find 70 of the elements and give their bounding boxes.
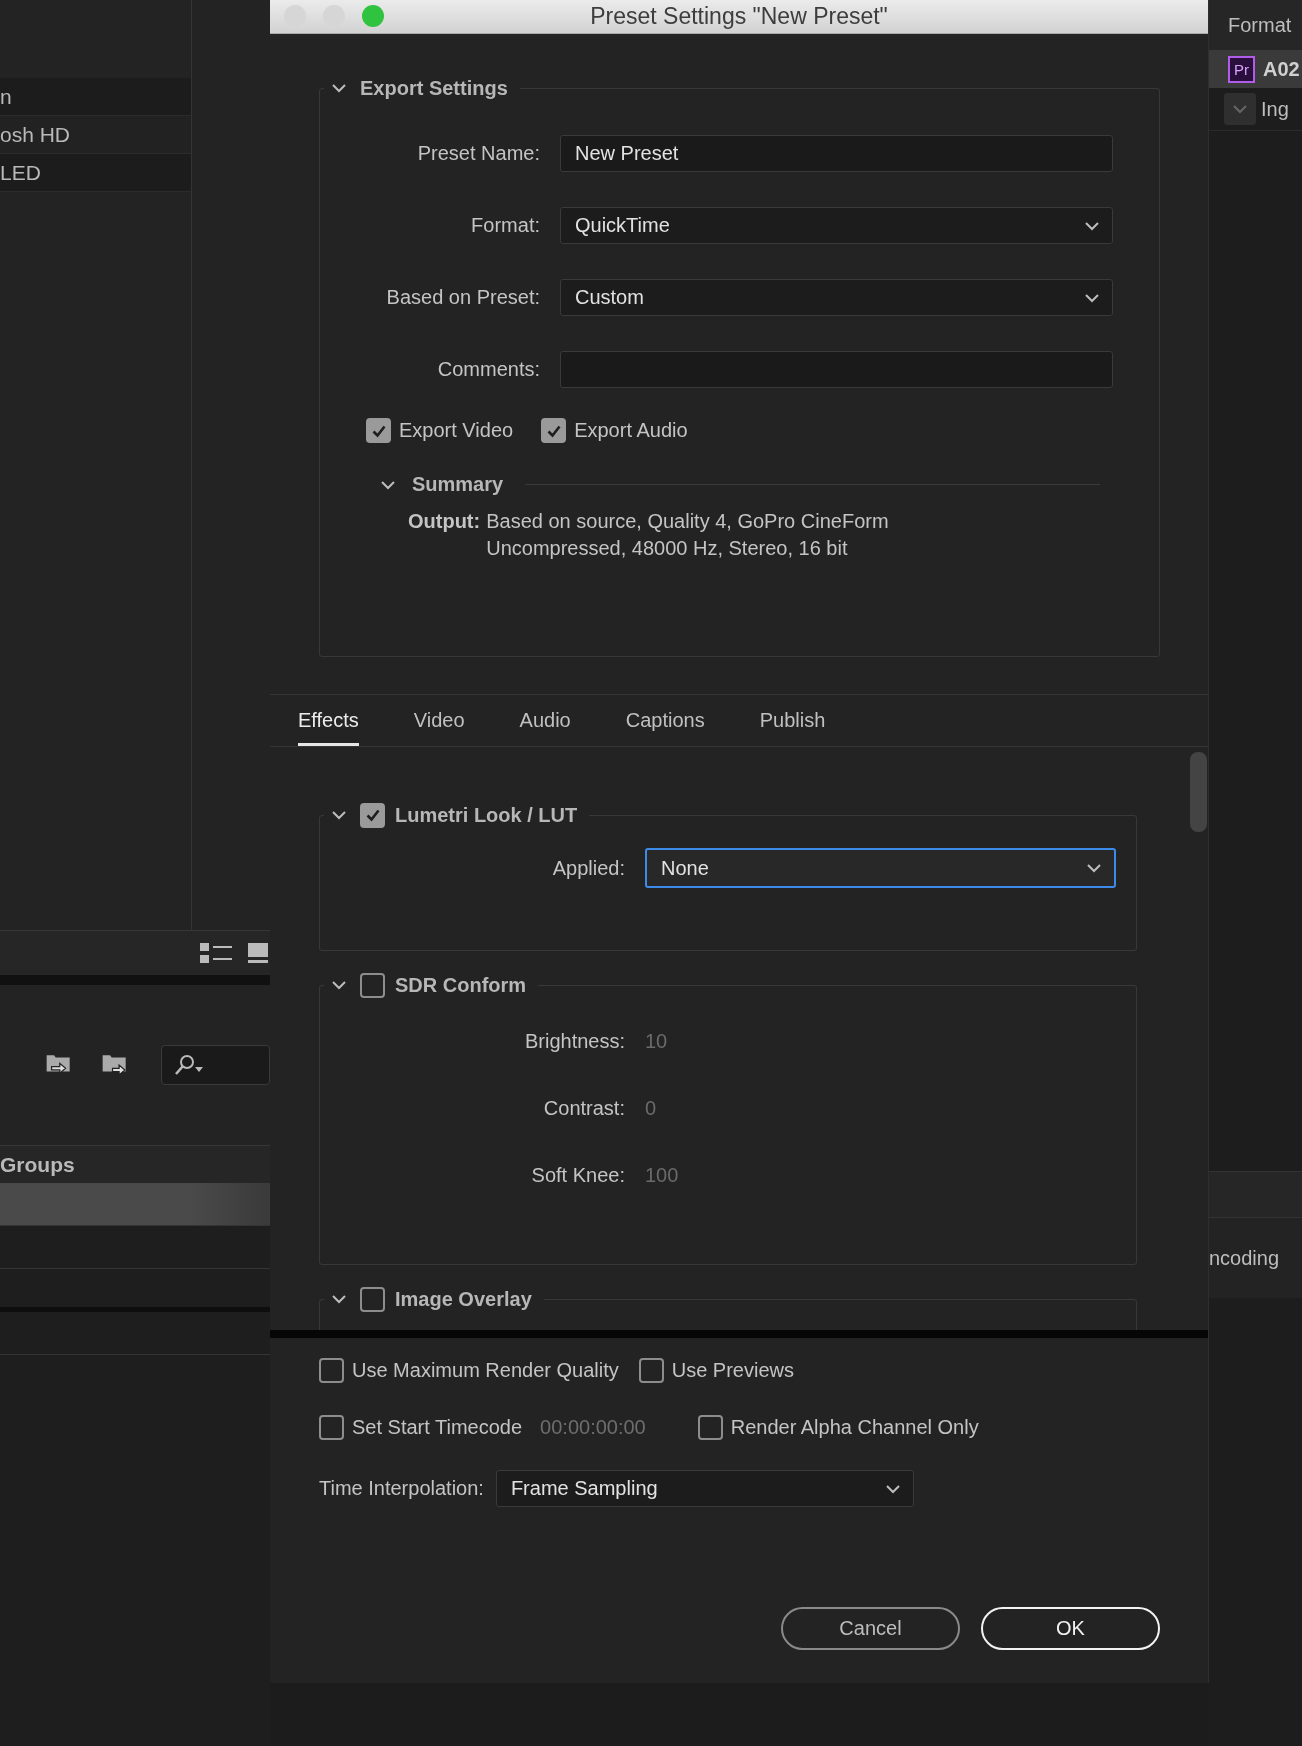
list-item[interactable]: n — [0, 84, 12, 109]
field-label: Based on Preset: — [385, 286, 540, 309]
checkbox[interactable] — [366, 418, 391, 443]
checkbox[interactable] — [638, 1357, 664, 1383]
column-header: Groups — [0, 1152, 75, 1177]
chevron-icon[interactable] — [331, 810, 347, 820]
dropdown[interactable]: None — [645, 848, 1116, 888]
search-icon — [173, 1054, 206, 1076]
status-text: ncoding — [1209, 1246, 1280, 1270]
tab[interactable]: Captions — [625, 695, 705, 746]
checkbox[interactable] — [360, 972, 385, 998]
field-label: Time Interpolation: — [319, 1477, 484, 1500]
section-title: SDR Conform — [395, 973, 527, 997]
section-title: Lumetri Look / LUT — [395, 803, 578, 827]
chevron-icon — [1086, 863, 1102, 873]
checkbox[interactable] — [697, 1414, 723, 1440]
field-label: Format: — [470, 214, 540, 237]
field-label: Contrast: — [542, 1097, 625, 1120]
ok-button[interactable]: OK — [981, 1607, 1160, 1650]
checkbox[interactable] — [360, 1286, 385, 1312]
field-label: Soft Knee: — [530, 1164, 625, 1187]
chevron-icon — [884, 1483, 901, 1494]
scrollbar-thumb[interactable] — [1190, 752, 1207, 832]
checkbox[interactable] — [319, 1357, 344, 1383]
checkbox-label[interactable]: Export Video — [399, 419, 514, 442]
section-title: Summary — [412, 473, 504, 496]
dropdown[interactable]: Frame Sampling — [495, 1470, 914, 1507]
checkbox-label[interactable]: Use Maximum Render Quality — [352, 1358, 619, 1382]
summary-text: Based on source, Quality 4, GoPro CineForm — [486, 510, 889, 533]
checkbox-label[interactable]: Render Alpha Channel Only — [730, 1415, 979, 1439]
chevron-icon — [1084, 292, 1100, 303]
list-item[interactable]: LED — [0, 160, 41, 185]
chevron-icon — [1232, 104, 1248, 114]
field-label: Output: — [408, 510, 481, 533]
tab[interactable]: Publish — [759, 695, 826, 746]
section-title: Export Settings — [360, 76, 508, 100]
tab[interactable]: Effects — [298, 695, 359, 746]
chevron-icon[interactable] — [380, 479, 396, 490]
tab[interactable]: Audio — [519, 695, 571, 746]
column-header: Format — [1228, 13, 1292, 37]
field-label: Comments: — [436, 358, 540, 381]
item-label: Ing — [1261, 97, 1289, 121]
field-label: Preset Name: — [416, 142, 540, 165]
app-icon: Pr — [1228, 55, 1255, 83]
dropdown[interactable]: Custom — [560, 279, 1113, 316]
item-label: A02 — [1263, 57, 1300, 81]
cancel-button[interactable]: Cancel — [781, 1607, 960, 1650]
field-label: Applied: — [551, 856, 625, 880]
chevron-icon[interactable] — [331, 1294, 347, 1304]
text-field[interactable]: New Preset — [560, 135, 1113, 172]
list-row[interactable]: Pr A02 — [1209, 50, 1302, 88]
section-title: Image Overlay — [395, 1287, 532, 1311]
window-title: Preset Settings "New Preset" — [590, 3, 888, 30]
checkbox-label[interactable]: Use Previews — [671, 1358, 794, 1382]
search-field[interactable] — [160, 1045, 270, 1085]
list-item[interactable]: osh HD — [0, 122, 71, 147]
list-row[interactable]: Ing — [1209, 90, 1302, 128]
field-label: Brightness: — [523, 1030, 625, 1053]
tab[interactable]: Video — [413, 695, 465, 746]
checkbox[interactable] — [541, 418, 567, 443]
chevron-icon[interactable] — [331, 980, 347, 990]
checkbox-label[interactable]: Export Audio — [574, 419, 688, 442]
checkbox[interactable] — [360, 802, 385, 828]
text-field[interactable] — [560, 351, 1113, 388]
list-view-icon[interactable] — [200, 942, 232, 964]
summary-text: Uncompressed, 48000 Hz, Stereo, 16 bit — [486, 537, 849, 560]
thumbnail-view-icon[interactable] — [248, 942, 268, 964]
chevron-icon[interactable] — [331, 83, 347, 93]
dropdown[interactable]: QuickTime — [560, 207, 1113, 244]
chevron-icon — [1084, 220, 1100, 231]
